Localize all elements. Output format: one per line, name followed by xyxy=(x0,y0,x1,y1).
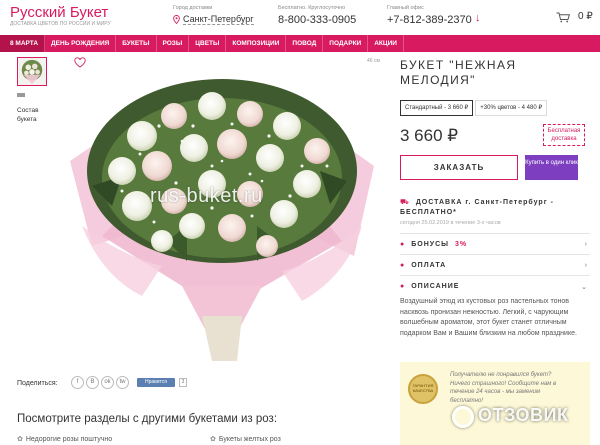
odnoklassniki-icon[interactable]: ok xyxy=(101,376,114,389)
city-caption: Город доставки xyxy=(173,5,213,11)
payment-icon: ● xyxy=(400,262,406,269)
delivery-title: ДОСТАВКА г. Санкт-Петербург - БЕСПЛАТНО* xyxy=(400,199,554,216)
city-selector[interactable]: Санкт-Петербург xyxy=(183,14,254,25)
location-pin-icon xyxy=(173,15,180,24)
buy-one-click-button[interactable]: Купить в один клик xyxy=(525,155,578,180)
product-title: БУКЕТ "НЕЖНАЯ МЕЛОДИЯ" xyxy=(400,58,517,87)
related-link-label: Недорогие розы поштучно xyxy=(25,436,113,443)
arrow-down-icon[interactable]: ↓ xyxy=(475,12,481,24)
bonus-title: БОНУСЫ xyxy=(411,241,450,248)
office-caption: Главный офис xyxy=(387,5,424,11)
related-link-yellow-roses[interactable]: ✿ Букеты желтых роз xyxy=(210,435,281,443)
facebook-icon[interactable]: f xyxy=(71,376,84,389)
order-button[interactable]: ЗАКАЗАТЬ xyxy=(400,155,518,180)
nav-item-8-march[interactable]: 8 МАРТА xyxy=(0,35,46,52)
description-section[interactable]: ● ОПИСАНИЕ ⌄ xyxy=(400,283,590,291)
description-icon: ● xyxy=(400,283,406,290)
cart-total[interactable]: 0 ₽ xyxy=(578,11,593,22)
site-logo[interactable]: Русский Букет xyxy=(10,4,108,21)
site-tagline: ДОСТАВКА ЦВЕТОВ ПО РОССИИ И МИРУ xyxy=(10,21,111,27)
payment-section[interactable]: ● ОПЛАТА › xyxy=(400,262,590,269)
quality-badge-icon: ГАРАНТИЯ КАЧЕСТВА xyxy=(408,374,438,404)
free-delivery-badge: Бесплатная доставка xyxy=(543,124,585,146)
nav-item-roses[interactable]: РОЗЫ xyxy=(157,35,190,52)
bouquet-size-label: 46 см xyxy=(367,58,380,64)
nav-item-birthday[interactable]: ДЕНЬ РОЖДЕНИЯ xyxy=(45,35,117,52)
related-link-label: Букеты желтых роз xyxy=(218,436,281,443)
twitter-icon[interactable]: tw xyxy=(116,376,129,389)
nav-item-gifts[interactable]: ПОДАРКИ xyxy=(323,35,369,52)
delivery-section[interactable]: ⛟ ДОСТАВКА г. Санкт-Петербург - БЕСПЛАТНО… xyxy=(400,198,590,218)
cart-icon[interactable] xyxy=(556,12,570,23)
nav-item-bouquets[interactable]: БУКЕТЫ xyxy=(116,35,157,52)
guarantee-text: Получателю не понравился букет? Ничего с… xyxy=(450,372,557,404)
flower-icon: ✿ xyxy=(210,436,216,443)
related-sections-title: Посмотрите разделы с другими букетами из… xyxy=(17,413,278,425)
delivery-icon: ⛟ xyxy=(400,199,410,206)
bouquet-thumbnail[interactable] xyxy=(17,57,47,86)
description-title: ОПИСАНИЕ xyxy=(411,283,460,290)
nav-item-compositions[interactable]: КОМПОЗИЦИИ xyxy=(226,35,287,52)
delivery-date: сегодня 25.02.2019 в течение 3-х часов xyxy=(400,220,501,226)
vk-icon[interactable]: B xyxy=(86,376,99,389)
bonus-percent: 3% xyxy=(454,241,468,248)
chevron-right-icon: › xyxy=(584,262,588,269)
bouquet-photo[interactable] xyxy=(62,66,382,366)
nav-item-flowers[interactable]: ЦВЕТЫ xyxy=(189,35,227,52)
divider xyxy=(400,233,590,234)
nav-item-sales[interactable]: АКЦИИ xyxy=(368,35,404,52)
option-standard[interactable]: Стандартный - 3 660 ₽ xyxy=(400,100,474,116)
share-label: Поделиться: xyxy=(17,380,58,387)
watermark: rus-buket.ru xyxy=(150,185,263,207)
composition-link[interactable]: Состав букета xyxy=(17,106,57,124)
free-phone[interactable]: 8-800-333-0905 xyxy=(278,14,356,26)
zoom-icon[interactable] xyxy=(17,93,25,97)
product-price: 3 660 ₽ xyxy=(400,126,459,145)
office-phone[interactable]: +7-812-389-2370 xyxy=(387,14,472,26)
nav-item-occasion[interactable]: ПОВОД xyxy=(286,35,324,52)
site-header: Русский Букет ДОСТАВКА ЦВЕТОВ ПО РОССИИ … xyxy=(0,0,600,35)
like-button[interactable]: Нравится xyxy=(137,378,175,387)
divider xyxy=(400,254,590,255)
otzovik-watermark: ОТЗОВИК xyxy=(478,405,569,425)
flower-icon: ✿ xyxy=(17,436,23,443)
guarantee-banner: ГАРАНТИЯ КАЧЕСТВА Получателю не понравил… xyxy=(400,362,590,445)
payment-title: ОПЛАТА xyxy=(411,262,447,269)
free-phone-caption: Бесплатно. Круглосуточно xyxy=(278,5,346,11)
related-link-cheap-roses[interactable]: ✿ Недорогие розы поштучно xyxy=(17,435,112,443)
main-nav: 8 МАРТА ДЕНЬ РОЖДЕНИЯ БУКЕТЫ РОЗЫ ЦВЕТЫ … xyxy=(0,35,600,52)
chevron-right-icon: › xyxy=(584,241,588,248)
bonus-section[interactable]: ● БОНУСЫ 3% › xyxy=(400,241,590,248)
like-count: 3 xyxy=(179,378,187,387)
bonus-icon: ● xyxy=(400,241,406,248)
otzovik-logo-icon xyxy=(452,406,474,428)
divider xyxy=(400,275,590,276)
option-plus-30[interactable]: +30% цветов - 4 480 ₽ xyxy=(475,100,548,116)
chevron-down-icon: ⌄ xyxy=(581,284,588,291)
product-description: Воздушный этюд из кустовых роз пастельны… xyxy=(400,298,577,337)
size-options: Стандартный - 3 660 ₽ +30% цветов - 4 48… xyxy=(400,100,549,116)
